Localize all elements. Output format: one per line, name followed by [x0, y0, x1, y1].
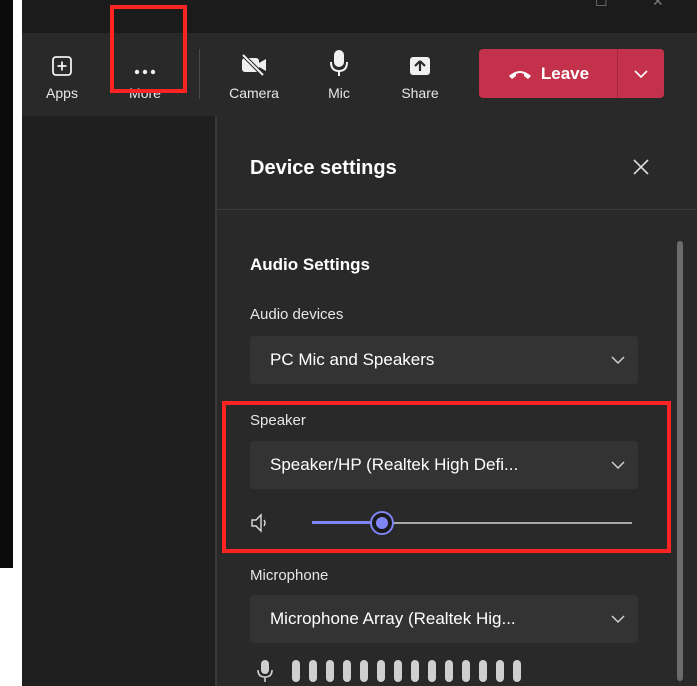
camera-off-icon — [241, 53, 266, 77]
leave-button[interactable]: Leave — [479, 49, 617, 98]
chevron-down-icon — [611, 356, 625, 365]
mic-meter-segment — [309, 660, 317, 682]
plus-square-icon — [52, 56, 72, 76]
phone-hangup-icon — [508, 70, 531, 79]
apps-label: Apps — [46, 85, 78, 101]
microphone-icon — [257, 660, 273, 682]
mic-meter-segment — [360, 660, 368, 682]
audio-settings-heading: Audio Settings — [250, 255, 370, 274]
apps-button[interactable]: Apps — [37, 33, 87, 116]
share-label: Share — [401, 85, 439, 101]
mic-meter-segment — [462, 660, 470, 682]
more-button-highlight — [110, 5, 187, 93]
toolbar-divider — [199, 49, 200, 99]
audio-devices-label: Audio devices — [250, 306, 344, 323]
microphone-icon — [330, 50, 348, 76]
mic-button[interactable]: Mic — [314, 33, 364, 116]
mic-level-meter — [257, 656, 521, 686]
close-icon — [633, 159, 649, 175]
panel-scrollbar[interactable] — [677, 241, 683, 681]
speaker-section-highlight — [222, 401, 671, 553]
left-edge-strip — [0, 0, 13, 568]
mic-meter-segment — [496, 660, 504, 682]
camera-button[interactable]: Camera — [222, 33, 286, 116]
meeting-stage — [22, 116, 215, 686]
mic-meter-segment — [479, 660, 487, 682]
close-panel-button[interactable] — [630, 156, 652, 178]
microphone-dropdown[interactable]: Microphone Array (Realtek Hig... — [250, 595, 638, 643]
leave-options-button[interactable] — [618, 49, 664, 98]
microphone-label: Microphone — [250, 567, 329, 584]
share-up-arrow-icon — [410, 57, 430, 75]
panel-header: Device settings — [217, 116, 697, 210]
audio-devices-value: PC Mic and Speakers — [270, 350, 435, 369]
mic-meter-segment — [326, 660, 334, 682]
chevron-down-icon — [634, 69, 648, 78]
leave-label: Leave — [540, 63, 590, 83]
restore-icon[interactable]: ☐ — [595, 0, 608, 10]
mic-meter-segment — [343, 660, 351, 682]
mic-meter-segment — [377, 660, 385, 682]
mic-meter-segment — [428, 660, 436, 682]
mic-meter-segment — [445, 660, 453, 682]
mic-label: Mic — [328, 85, 350, 101]
chevron-down-icon — [611, 615, 625, 624]
mic-meter-segment — [513, 660, 521, 682]
camera-label: Camera — [229, 85, 279, 101]
teams-window: ☐ ✕ Apps More Camera Mic Share Leave Dev… — [22, 0, 697, 686]
leave-control: Leave — [479, 49, 664, 98]
mic-meter-segment — [394, 660, 402, 682]
panel-title: Device settings — [250, 157, 397, 179]
window-close-icon[interactable]: ✕ — [652, 0, 664, 10]
audio-devices-dropdown[interactable]: PC Mic and Speakers — [250, 336, 638, 384]
microphone-value: Microphone Array (Realtek Hig... — [270, 609, 516, 628]
mic-meter-segment — [411, 660, 419, 682]
share-button[interactable]: Share — [395, 33, 445, 116]
mic-meter-segment — [292, 660, 300, 682]
